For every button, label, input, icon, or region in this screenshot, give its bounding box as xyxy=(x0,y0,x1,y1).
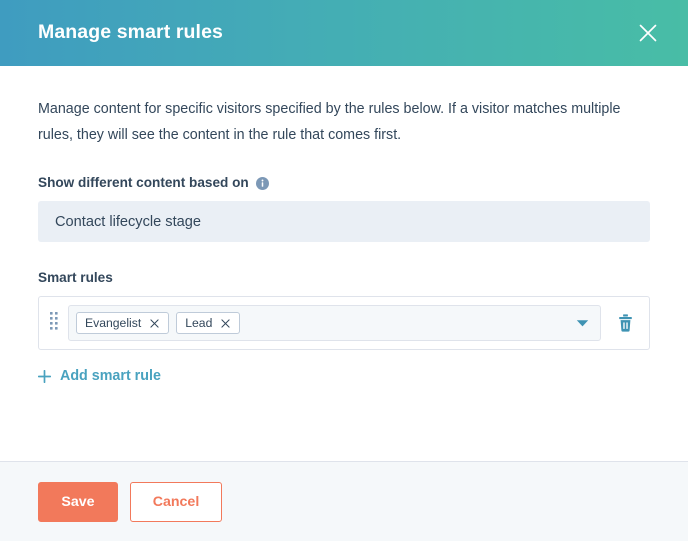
close-icon[interactable] xyxy=(218,316,233,331)
close-button[interactable] xyxy=(630,15,666,51)
add-smart-rule-button[interactable]: Add smart rule xyxy=(38,366,161,386)
criteria-label: Show different content based on xyxy=(38,175,249,190)
trash-icon xyxy=(618,314,633,332)
tag-label: Evangelist xyxy=(85,316,142,330)
smart-rules-label: Smart rules xyxy=(38,270,113,285)
tag-chip[interactable]: Lead xyxy=(176,312,241,334)
info-icon[interactable] xyxy=(255,176,269,190)
tag-list: Evangelist Lead xyxy=(76,312,564,334)
modal-description: Manage content for specific visitors spe… xyxy=(38,101,621,143)
cancel-button[interactable]: Cancel xyxy=(130,481,222,522)
drag-handle-icon[interactable] xyxy=(46,309,62,337)
modal-body: Manage content for specific visitors spe… xyxy=(0,66,688,461)
delete-rule-button[interactable] xyxy=(610,308,640,338)
save-button[interactable]: Save xyxy=(38,481,118,522)
criteria-label-row: Show different content based on xyxy=(38,174,650,192)
plus-icon xyxy=(38,369,51,383)
criteria-select-readonly: Contact lifecycle stage xyxy=(38,201,650,242)
chevron-down-icon[interactable] xyxy=(572,313,592,333)
close-icon[interactable] xyxy=(147,316,162,331)
criteria-value: Contact lifecycle stage xyxy=(55,213,202,230)
tag-label: Lead xyxy=(185,316,213,330)
close-icon xyxy=(637,22,659,44)
smart-rule-row: Evangelist Lead xyxy=(38,296,650,350)
modal-footer: Save Cancel xyxy=(0,461,688,541)
smart-rule-select[interactable]: Evangelist Lead xyxy=(68,305,601,341)
page-title: Manage smart rules xyxy=(38,21,223,44)
modal-header: Manage smart rules xyxy=(0,0,688,66)
manage-smart-rules-modal: Manage smart rules Manage content for sp… xyxy=(0,0,688,541)
add-smart-rule-label: Add smart rule xyxy=(60,368,161,384)
tag-chip[interactable]: Evangelist xyxy=(76,312,170,334)
